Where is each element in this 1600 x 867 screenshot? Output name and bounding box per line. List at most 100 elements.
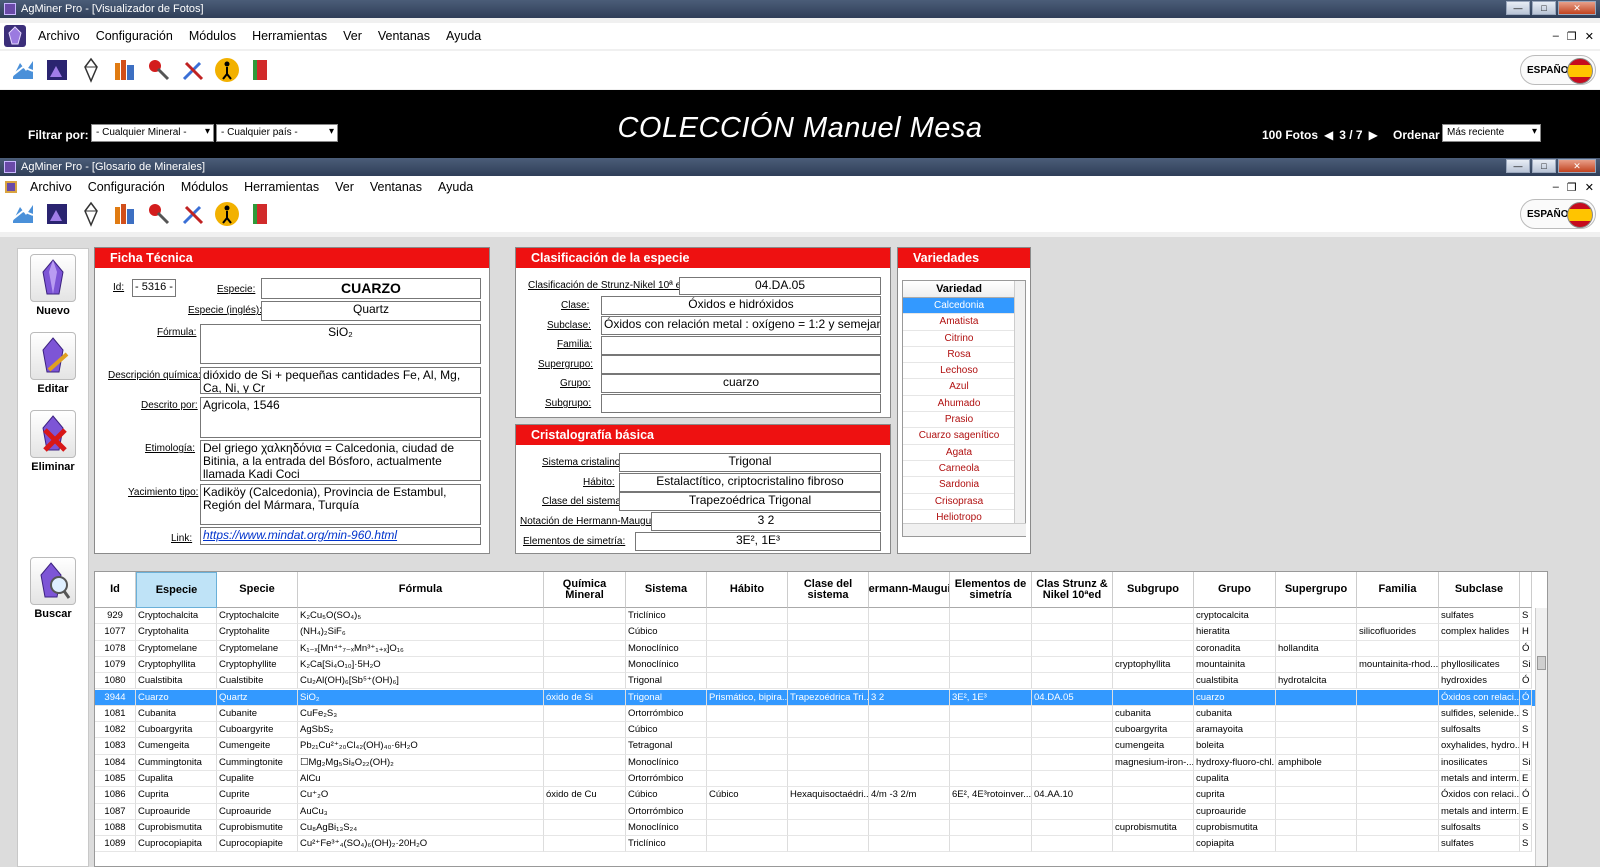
mdi-close-icon[interactable]: ✕ (1585, 30, 1594, 43)
column-header[interactable]: Hábito (707, 572, 788, 608)
app-logo-icon[interactable] (0, 23, 30, 49)
variedad-item[interactable]: Agata (903, 445, 1015, 461)
id-field[interactable]: - 5316 - (132, 279, 176, 297)
column-header[interactable]: Id (95, 572, 136, 608)
menu-ventanas[interactable]: Ventanas (362, 180, 430, 194)
books-tool-button[interactable] (110, 55, 140, 85)
clase-field[interactable]: Óxidos e hidróxidos (601, 296, 881, 315)
new-button[interactable]: Nuevo (18, 254, 88, 317)
elementos-simetria-field[interactable]: 3E², 1E³ (635, 532, 881, 551)
menu-ayuda[interactable]: Ayuda (430, 180, 481, 194)
column-header[interactable]: Subgrupo (1113, 572, 1194, 608)
column-header[interactable]: Familia (1357, 572, 1439, 608)
column-header[interactable]: Grupo (1194, 572, 1276, 608)
table-row[interactable]: 929 Cryptochalcita Cryptochalcite K₂Cu₅O(SO… (95, 608, 1535, 625)
table-row[interactable]: 1079 Cryptophyllita Cryptophyllite K₂Ca[Si₄… (95, 656, 1535, 674)
variedad-item[interactable]: Ahumado (903, 396, 1015, 413)
menu-modulos[interactable]: Módulos (173, 180, 236, 194)
menu-herramientas[interactable]: Herramientas (244, 29, 335, 43)
mdi-minimize-icon[interactable]: – (1553, 181, 1559, 194)
table-scrollbar-thumb[interactable] (1537, 656, 1546, 670)
table-row[interactable]: 1086 Cuprita Cuprite Cu⁺₂O óxido de Cu Cúbico… (95, 787, 1535, 804)
maximize-button[interactable]: □ (1532, 1, 1556, 15)
variedad-item[interactable]: Calcedonia (903, 298, 1015, 315)
table-row[interactable]: 1088 Cuprobismutita Cuprobismutite Cu₈AgBi₁… (95, 819, 1535, 837)
descripcion-quimica-field[interactable]: dióxido de Si + pequeñas cantidades Fe, … (200, 367, 481, 394)
menu-ayuda[interactable]: Ayuda (438, 29, 489, 43)
variedad-item[interactable]: Rosa (903, 347, 1015, 364)
table-row[interactable]: 1078 Cryptomelane Cryptomelane K₁₋ₓ[Mn⁴⁺₇₋ₓ… (95, 640, 1535, 657)
variedad-item[interactable]: Lechoso (903, 363, 1015, 380)
variedad-item[interactable]: Sardonia (903, 477, 1015, 494)
mdi-minimize-icon[interactable]: – (1553, 30, 1559, 43)
map-tool-button[interactable] (8, 55, 38, 85)
search-button[interactable]: Buscar (18, 557, 88, 620)
menu-archivo[interactable]: Archivo (22, 180, 80, 194)
order-select[interactable]: Más reciente (1442, 124, 1541, 142)
familia-field[interactable] (601, 336, 881, 355)
book-tool-button[interactable] (246, 199, 276, 229)
gallery-tool-button[interactable] (42, 199, 72, 229)
variedad-item[interactable]: Carneola (903, 461, 1015, 478)
column-header[interactable]: Clase del sistema (788, 572, 869, 608)
subgrupo-field[interactable] (601, 394, 881, 413)
subclase-field[interactable]: Óxidos con relación metal : oxígeno = 1:… (601, 316, 881, 335)
variedades-hscrollbar[interactable] (903, 523, 1026, 536)
menu-archivo[interactable]: Archivo (30, 29, 88, 43)
especie-field[interactable]: CUARZO (261, 278, 481, 299)
variedad-item[interactable]: Crisoprasa (903, 494, 1015, 510)
link-field[interactable]: https://www.mindat.org/min-960.html (200, 527, 481, 545)
table-row[interactable]: 1081 Cubanita Cubanite CuFe₂S₃ Ortorrómbico c… (95, 705, 1535, 723)
column-header[interactable]: Subclase (1439, 572, 1520, 608)
menu-configuracion[interactable]: Configuración (80, 180, 173, 194)
pin-tool-button[interactable] (144, 55, 174, 85)
hiker-tool-button[interactable] (212, 55, 242, 85)
column-header[interactable]: Química Mineral (544, 572, 626, 608)
variedad-item[interactable]: Cuarzo sagenítico (903, 428, 1015, 445)
variedad-item[interactable]: Azul (903, 379, 1015, 396)
mdi-restore-icon[interactable]: ❐ (1567, 30, 1577, 43)
edit-button[interactable]: Editar (18, 332, 88, 395)
grupo-field[interactable]: cuarzo (601, 374, 881, 393)
strunz-field[interactable]: 04.DA.05 (679, 277, 881, 295)
column-header[interactable]: Specie (217, 572, 298, 608)
menu-configuracion[interactable]: Configuración (88, 29, 181, 43)
table-row[interactable]: 1077 Cryptohalita Cryptohalite (NH₄)₂SiF₆ Cú… (95, 624, 1535, 641)
table-row[interactable]: 1080 Cualstibita Cualstibite Cu₂Al(OH)₆[Sb⁵… (95, 673, 1535, 690)
gallery-tool-button[interactable] (42, 55, 72, 85)
table-row[interactable]: 1089 Cuprocopiapita Cuprocopiapite Cu²⁺Fe³⁺… (95, 836, 1535, 853)
sistema-cristalino-field[interactable]: Trigonal (619, 453, 881, 472)
hermann-mauguin-field[interactable]: 3 2 (651, 512, 881, 531)
menu-ver[interactable]: Ver (327, 180, 362, 194)
table-row[interactable]: 1087 Cuproauride Cuproauride AuCu₃ Ortorrómb… (95, 803, 1535, 820)
language-selector[interactable]: ESPAÑOL (1520, 55, 1596, 85)
hiker-tool-button[interactable] (212, 199, 242, 229)
close-button[interactable]: ✕ (1558, 1, 1596, 15)
table-row[interactable]: 1083 Cumengeita Cumengeite Pb₂₁Cu²⁺₂₀Cl₄₂(O… (95, 738, 1535, 755)
tools-tool-button[interactable] (178, 55, 208, 85)
pin-tool-button[interactable] (144, 199, 174, 229)
table-row[interactable]: 1085 Cupalita Cupalite AlCu Ortorrómbico cupa… (95, 771, 1535, 788)
tools-tool-button[interactable] (178, 199, 208, 229)
books-tool-button[interactable] (110, 199, 140, 229)
variedad-item[interactable]: Citrino (903, 331, 1015, 347)
column-header[interactable]: Sistema (626, 572, 707, 608)
minimize-button[interactable]: — (1506, 1, 1530, 15)
clase-sistema-field[interactable]: Trapezoédrica Trigonal (619, 492, 881, 511)
menu-herramientas[interactable]: Herramientas (236, 180, 327, 194)
book-tool-button[interactable] (246, 55, 276, 85)
especie-ingles-field[interactable]: Quartz (261, 301, 481, 321)
mdi-restore-icon[interactable]: ❐ (1567, 181, 1577, 194)
delete-button[interactable]: Eliminar (18, 410, 88, 473)
menu-ver[interactable]: Ver (335, 29, 370, 43)
table-row[interactable]: 1082 Cuboargyrita Cuboargyrite AgSbS₂ Cúbico… (95, 722, 1535, 739)
formula-field[interactable]: SiO₂ (200, 324, 481, 364)
menu-modulos[interactable]: Módulos (181, 29, 244, 43)
variedad-item[interactable]: Prasio (903, 412, 1015, 429)
next-page-icon[interactable]: ▶ (1369, 128, 1378, 142)
habito-field[interactable]: Estalactítico, criptocristalino fibroso (619, 473, 881, 492)
table-row[interactable]: 1084 Cummingtonita Cummingtonite ☐Mg₂Mg₅Si₈… (95, 754, 1535, 771)
maximize-button[interactable]: □ (1532, 159, 1556, 173)
app-small-icon[interactable] (0, 176, 22, 198)
close-button[interactable]: ✕ (1558, 159, 1596, 173)
